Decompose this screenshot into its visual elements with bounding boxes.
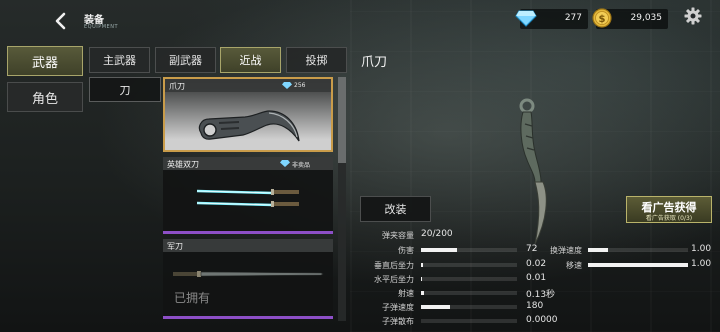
category-character[interactable]: 角色 bbox=[7, 82, 83, 112]
tab-melee[interactable]: 近战 bbox=[220, 47, 281, 73]
item-card-karambit[interactable]: 爪刀 256 bbox=[163, 77, 333, 152]
tab-throwable[interactable]: 投掷 bbox=[286, 47, 347, 73]
tab-primary-weapon[interactable]: 主武器 bbox=[89, 47, 150, 73]
stat-bar-fill bbox=[588, 263, 688, 267]
category-weapon[interactable]: 武器 bbox=[7, 46, 83, 76]
gold-coin-icon: $ bbox=[592, 8, 612, 28]
saber-image bbox=[173, 271, 324, 277]
stat-label-magazine: 弹夹容量 bbox=[382, 231, 414, 240]
tab-secondary-weapon[interactable]: 副武器 bbox=[155, 47, 216, 73]
stat-bar-fill bbox=[421, 291, 424, 295]
stat-label-move-speed: 移速 bbox=[566, 261, 582, 270]
item-card-header bbox=[163, 239, 333, 252]
watch-ad-button[interactable]: 看广告获得 看广告获取 (0/3) bbox=[626, 196, 712, 223]
gold-count: 29,035 bbox=[630, 13, 663, 23]
stat-bar-bullet-speed bbox=[421, 305, 517, 309]
gem-icon bbox=[280, 160, 290, 167]
stat-value-fire-rate: 0.13秒 bbox=[526, 290, 556, 300]
stat-label-horizontal-recoil: 水平后坐力 bbox=[374, 275, 414, 284]
page-subtitle: EQUIPMENT bbox=[84, 24, 119, 30]
stat-label-bullet-speed: 子弹速度 bbox=[382, 303, 414, 312]
stat-bar-damage bbox=[421, 248, 517, 252]
stat-bar-vertical-recoil bbox=[421, 263, 517, 267]
item-price: 非卖品 bbox=[292, 162, 311, 169]
gem-icon bbox=[282, 82, 292, 89]
item-name: 军刀 bbox=[167, 242, 183, 251]
item-list[interactable]: 爪刀 256 英雄双刀 非卖品 军刀 已拥有 bbox=[163, 77, 333, 321]
karambit-image bbox=[198, 110, 300, 142]
stat-value-horizontal-recoil: 0.01 bbox=[526, 273, 547, 283]
stat-bar-fill bbox=[421, 248, 458, 252]
stat-label-fire-rate: 射速 bbox=[398, 289, 414, 298]
stat-bar-fill bbox=[421, 305, 450, 309]
item-card-saber[interactable]: 军刀 已拥有 bbox=[163, 239, 333, 319]
item-price: 256 bbox=[294, 82, 306, 89]
list-scrollbar-thumb[interactable] bbox=[338, 77, 346, 163]
owned-label: 已拥有 bbox=[174, 291, 211, 305]
stat-label-damage: 伤害 bbox=[398, 246, 414, 255]
modify-button[interactable]: 改装 bbox=[360, 196, 431, 222]
stat-bar-spread bbox=[421, 319, 517, 323]
item-name: 英雄双刀 bbox=[167, 160, 199, 169]
subtab-knife[interactable]: 刀 bbox=[89, 77, 161, 102]
item-card-header bbox=[165, 79, 331, 92]
back-arrow-icon[interactable] bbox=[54, 12, 68, 30]
stat-bar-reload-speed bbox=[588, 248, 688, 252]
item-name: 爪刀 bbox=[169, 82, 185, 91]
gem-count: 277 bbox=[564, 13, 582, 23]
gem-icon bbox=[515, 10, 537, 27]
stat-label-reload-speed: 换弹速度 bbox=[550, 246, 582, 255]
stat-label-vertical-recoil: 垂直后坐力 bbox=[374, 261, 414, 270]
twin-blades-image bbox=[196, 189, 299, 207]
stat-value-reload-speed: 1.00 bbox=[691, 244, 712, 254]
watch-ad-progress: 看广告获取 (0/3) bbox=[645, 215, 693, 222]
weapon-preview-image bbox=[519, 98, 547, 245]
stat-value-bullet-speed: 180 bbox=[526, 301, 544, 311]
stat-value-spread: 0.0000 bbox=[526, 315, 558, 325]
stat-bar-move-speed bbox=[588, 263, 688, 267]
stat-label-spread: 子弹散布 bbox=[382, 317, 414, 326]
stat-bar-fill bbox=[588, 248, 608, 252]
item-card-hero-twin-blades[interactable]: 英雄双刀 非卖品 bbox=[163, 157, 333, 234]
stat-bar-fire-rate bbox=[421, 291, 517, 295]
stat-bar-fill bbox=[421, 277, 422, 281]
settings-gear-icon[interactable] bbox=[684, 7, 702, 25]
stat-value-move-speed: 1.00 bbox=[691, 259, 712, 269]
detail-title: 爪刀 bbox=[361, 55, 388, 70]
svg-text:$: $ bbox=[599, 14, 606, 25]
stat-bar-fill bbox=[421, 263, 423, 267]
stat-value-magazine: 20/200 bbox=[421, 229, 453, 239]
stat-bar-horizontal-recoil bbox=[421, 277, 517, 281]
